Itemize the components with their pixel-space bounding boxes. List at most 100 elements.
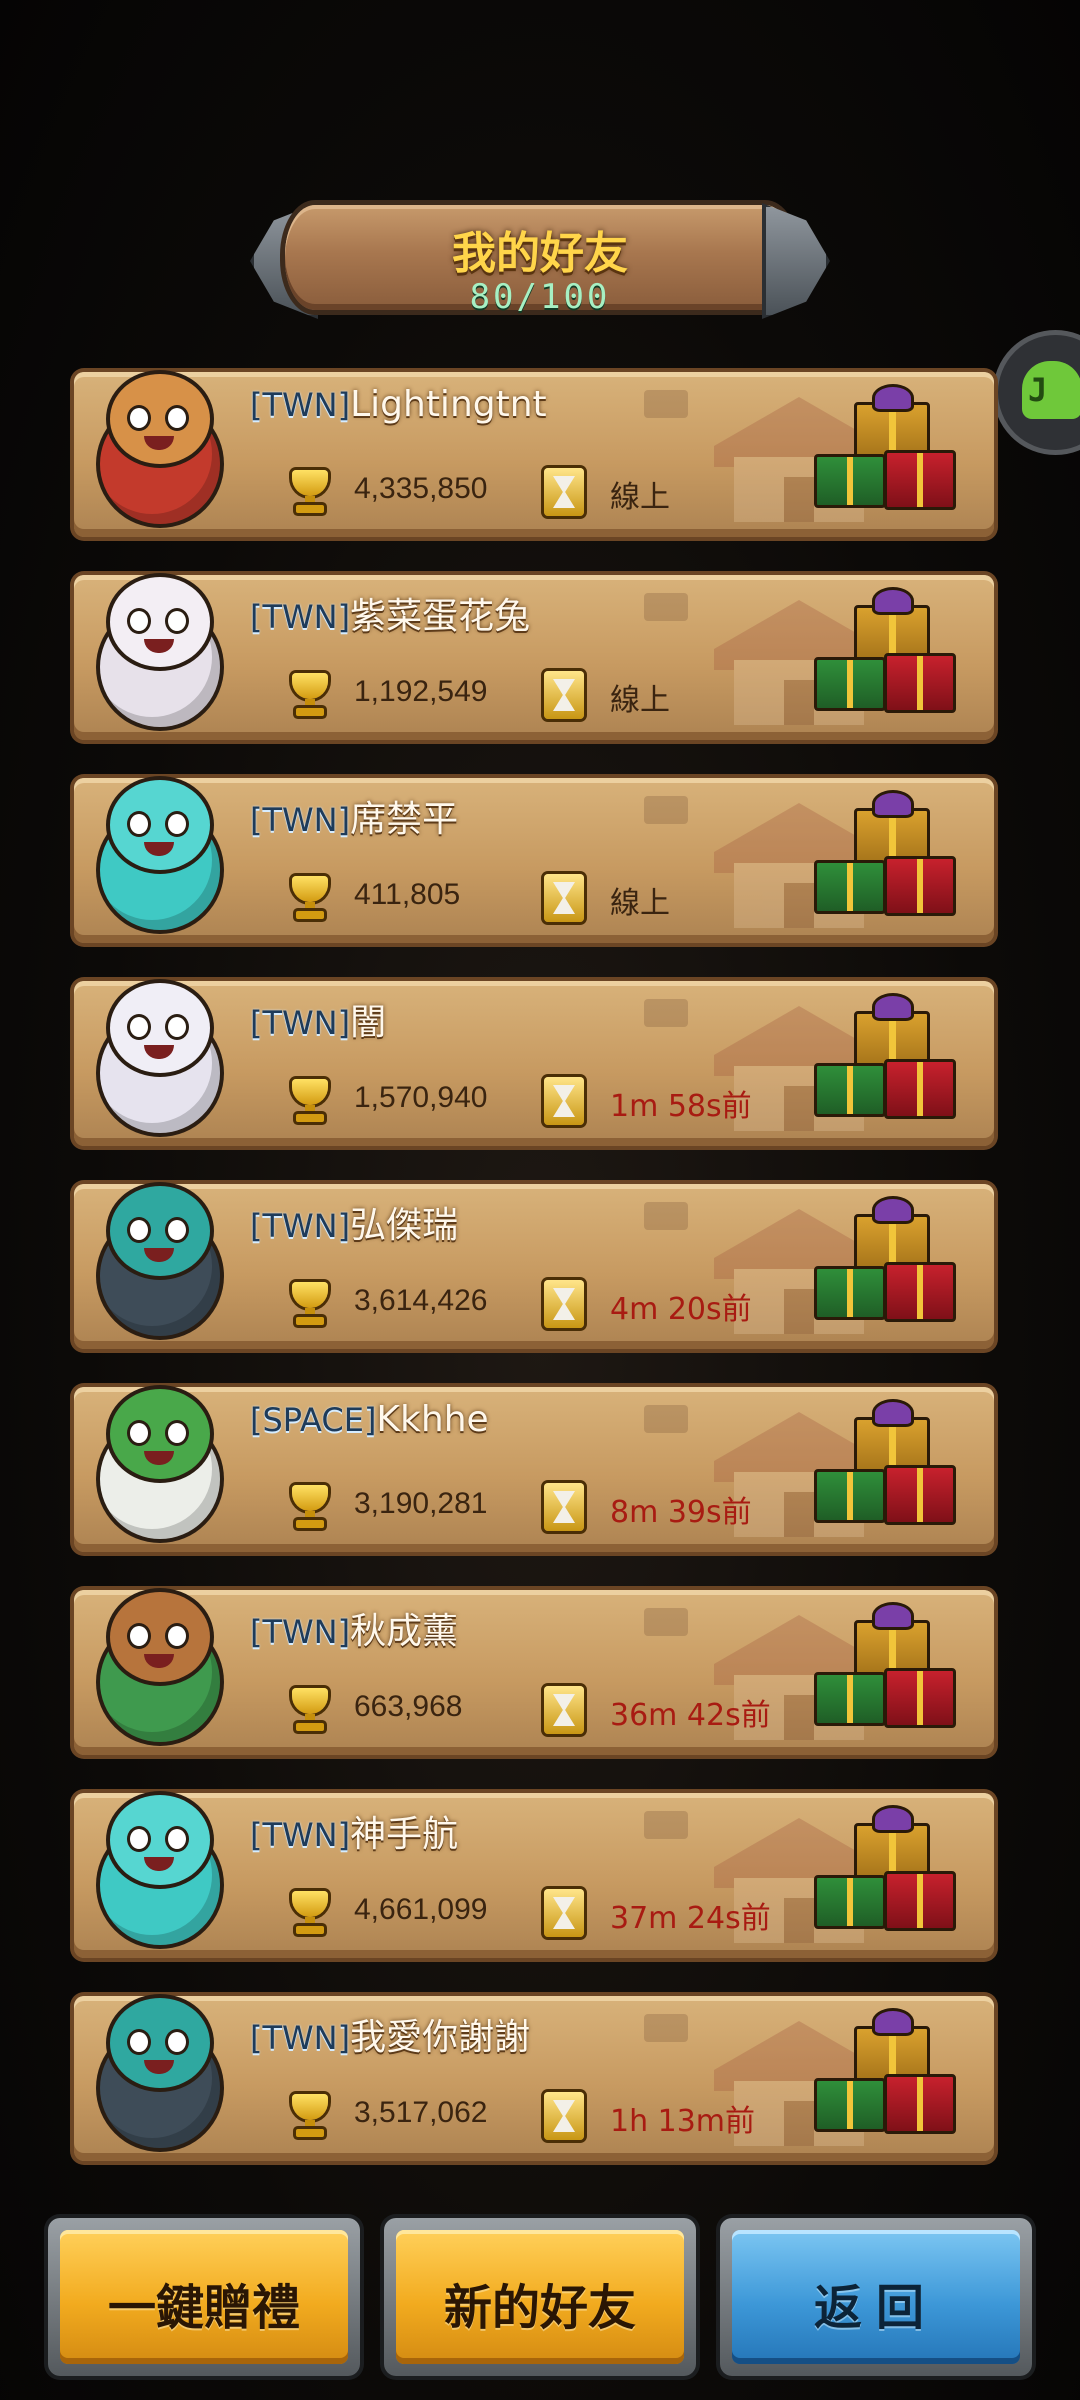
trophy-icon: [288, 876, 332, 920]
friend-avatar[interactable]: [86, 1174, 234, 1344]
avatar-eye: [130, 611, 148, 631]
page-title: 我的好友: [452, 228, 628, 279]
avatar-eye: [130, 1423, 148, 1443]
gift-icon[interactable]: [814, 790, 956, 918]
friend-name: [TWN]弘傑瑞: [250, 1196, 458, 1248]
hourglass-icon: [544, 468, 584, 516]
hourglass-icon: [544, 2092, 584, 2140]
last-online-status: 1h 13m前: [610, 2104, 756, 2139]
trophy-icon: [288, 1485, 332, 1529]
hourglass-icon: [544, 874, 584, 922]
friend-name-text: Lightingtnt: [350, 384, 547, 425]
avatar-eye: [168, 2032, 186, 2052]
avatar-eye: [168, 408, 186, 428]
trophy-score: 1,192,549: [354, 675, 488, 708]
friend-avatar[interactable]: [86, 1580, 234, 1750]
guild-tag: [TWN]: [250, 1004, 351, 1042]
friend-card[interactable]: [TWN]秋成薰 663,968 36m 42s前: [74, 1590, 994, 1755]
friend-card[interactable]: [TWN]Lightingtnt 4,335,850 線上: [74, 372, 994, 537]
signpost-decoration: [644, 390, 688, 418]
friend-card[interactable]: [TWN]闇 1,570,940 1m 58s前: [74, 981, 994, 1146]
friend-name: [TWN]神手航: [250, 1805, 458, 1857]
guild-tag: [TWN]: [250, 801, 351, 839]
friends-header: 我的好友 80/100: [250, 195, 830, 320]
friend-card[interactable]: [TWN]紫菜蛋花兔 1,192,549 線上: [74, 575, 994, 740]
friend-name-text: 闇: [350, 1002, 387, 1043]
avatar-eye: [130, 1626, 148, 1646]
guild-tag: [TWN]: [250, 2019, 351, 2057]
last-online-status: 37m 24s前: [610, 1901, 771, 1936]
gift-icon[interactable]: [814, 993, 956, 1121]
gift-icon[interactable]: [814, 384, 956, 512]
signpost-decoration: [644, 1811, 688, 1839]
friend-card[interactable]: [TWN]弘傑瑞 3,614,426 4m 20s前: [74, 1184, 994, 1349]
friend-avatar[interactable]: [86, 1986, 234, 2156]
friend-avatar[interactable]: [86, 768, 234, 938]
trophy-score: 4,335,850: [354, 472, 488, 505]
avatar-eye: [168, 1220, 186, 1240]
send-all-gifts-button[interactable]: 一鍵贈禮: [48, 2218, 360, 2376]
friend-avatar[interactable]: [86, 362, 234, 532]
back-button[interactable]: 返回: [720, 2218, 1032, 2376]
signpost-decoration: [644, 1405, 688, 1433]
signpost-decoration: [644, 999, 688, 1027]
guild-tag: [TWN]: [250, 386, 351, 424]
signpost-decoration: [644, 2014, 688, 2042]
avatar-eye: [168, 814, 186, 834]
friend-name: [TWN]我愛你謝謝: [250, 2008, 530, 2060]
avatar-head: [110, 1592, 210, 1682]
gift-icon[interactable]: [814, 1805, 956, 1933]
friend-card[interactable]: [TWN]我愛你謝謝 3,517,062 1h 13m前: [74, 1996, 994, 2161]
friend-name-text: 秋成薰: [350, 1611, 459, 1652]
gift-icon[interactable]: [814, 1399, 956, 1527]
last-online-status: 4m 20s前: [610, 1292, 752, 1327]
trophy-icon: [288, 1891, 332, 1935]
last-online-status: 線上: [610, 683, 670, 718]
last-online-status: 1m 58s前: [610, 1089, 752, 1124]
friend-avatar[interactable]: [86, 1783, 234, 1953]
signpost-decoration: [644, 796, 688, 824]
hourglass-icon: [544, 1280, 584, 1328]
friend-avatar[interactable]: [86, 971, 234, 1141]
avatar-eye: [130, 1220, 148, 1240]
last-online-status: 8m 39s前: [610, 1495, 752, 1530]
guild-tag: [TWN]: [250, 1207, 351, 1245]
friend-card[interactable]: [TWN]席禁平 411,805 線上: [74, 778, 994, 943]
last-online-status: 線上: [610, 886, 670, 921]
gift-icon[interactable]: [814, 2008, 956, 2136]
trophy-icon: [288, 1688, 332, 1732]
friend-avatar[interactable]: [86, 565, 234, 735]
hourglass-icon: [544, 1483, 584, 1531]
avatar-head: [110, 374, 210, 464]
trophy-score: 3,517,062: [354, 2096, 488, 2129]
gift-icon[interactable]: [814, 587, 956, 715]
avatar-eye: [130, 1829, 148, 1849]
friend-card[interactable]: [TWN]神手航 4,661,099 37m 24s前: [74, 1793, 994, 1958]
trophy-score: 4,661,099: [354, 1893, 488, 1926]
new-friends-button[interactable]: 新的好友: [384, 2218, 696, 2376]
guild-tag: [SPACE]: [250, 1401, 377, 1439]
trophy-score: 3,190,281: [354, 1487, 488, 1520]
avatar-eye: [130, 2032, 148, 2052]
avatar-eye: [130, 1017, 148, 1037]
friend-avatar[interactable]: [86, 1377, 234, 1547]
friend-count: 80/100: [469, 277, 611, 317]
hourglass-icon: [544, 1686, 584, 1734]
new-friends-label: 新的好友: [443, 2280, 636, 2336]
last-online-status: 36m 42s前: [610, 1698, 771, 1733]
avatar-eye: [130, 814, 148, 834]
friend-card[interactable]: [SPACE]Kkhhe 3,190,281 8m 39s前: [74, 1387, 994, 1552]
gift-icon[interactable]: [814, 1196, 956, 1324]
avatar-head: [110, 577, 210, 667]
avatar-head: [110, 1186, 210, 1276]
guild-tag: [TWN]: [250, 598, 351, 636]
gift-icon[interactable]: [814, 1602, 956, 1730]
trophy-score: 3,614,426: [354, 1284, 488, 1317]
android-badge-glyph: J: [1028, 371, 1048, 409]
trophy-icon: [288, 2094, 332, 2138]
friend-name-text: 席禁平: [350, 799, 459, 840]
trophy-score: 411,805: [354, 878, 461, 911]
friend-name: [TWN]Lightingtnt: [250, 384, 547, 425]
avatar-eye: [168, 1829, 186, 1849]
avatar-eye: [168, 611, 186, 631]
